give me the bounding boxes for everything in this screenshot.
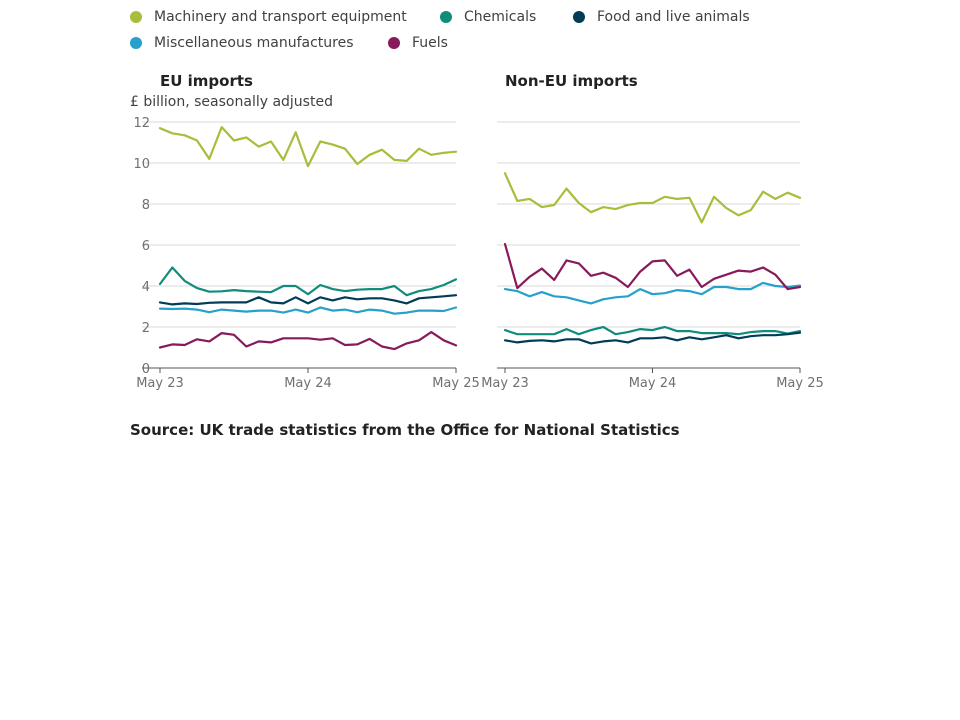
x-tick-label-non-eu-1: May 24 (629, 376, 677, 391)
y-tick-label-8: 8 (142, 198, 150, 213)
x-tick-label-eu-2: May 25 (432, 376, 480, 391)
charts-svg: 024681012May 23 May 24 May 25 May 23 May 24 M… (133, 116, 824, 391)
series-line-eu-fuels (158, 331, 458, 351)
x-tick-label-non-eu-0: May 23 (481, 376, 529, 391)
series-line-non-eu-chemicals (503, 325, 802, 336)
y-tick-label-12: 12 (133, 116, 150, 131)
series-line-non-eu-machinery (503, 172, 802, 224)
source-note: Source: UK trade statistics from the Off… (130, 421, 680, 439)
y-tick-label-10: 10 (133, 157, 150, 172)
y-tick-label-6: 6 (142, 239, 150, 254)
x-tick-label-eu-0: May 23 (136, 376, 184, 391)
y-tick-label-2: 2 (142, 321, 150, 336)
series-line-eu-food (158, 294, 458, 306)
y-tick-label-4: 4 (142, 280, 150, 295)
y-tick-label-0: 0 (142, 362, 150, 377)
x-tick-label-non-eu-2: May 25 (776, 376, 824, 391)
series-line-eu-misc (158, 306, 458, 315)
series-line-eu-chemicals (158, 266, 458, 297)
series-line-eu-machinery (158, 125, 458, 168)
series-line-non-eu-fuels (503, 242, 802, 291)
x-tick-label-eu-1: May 24 (284, 376, 332, 391)
